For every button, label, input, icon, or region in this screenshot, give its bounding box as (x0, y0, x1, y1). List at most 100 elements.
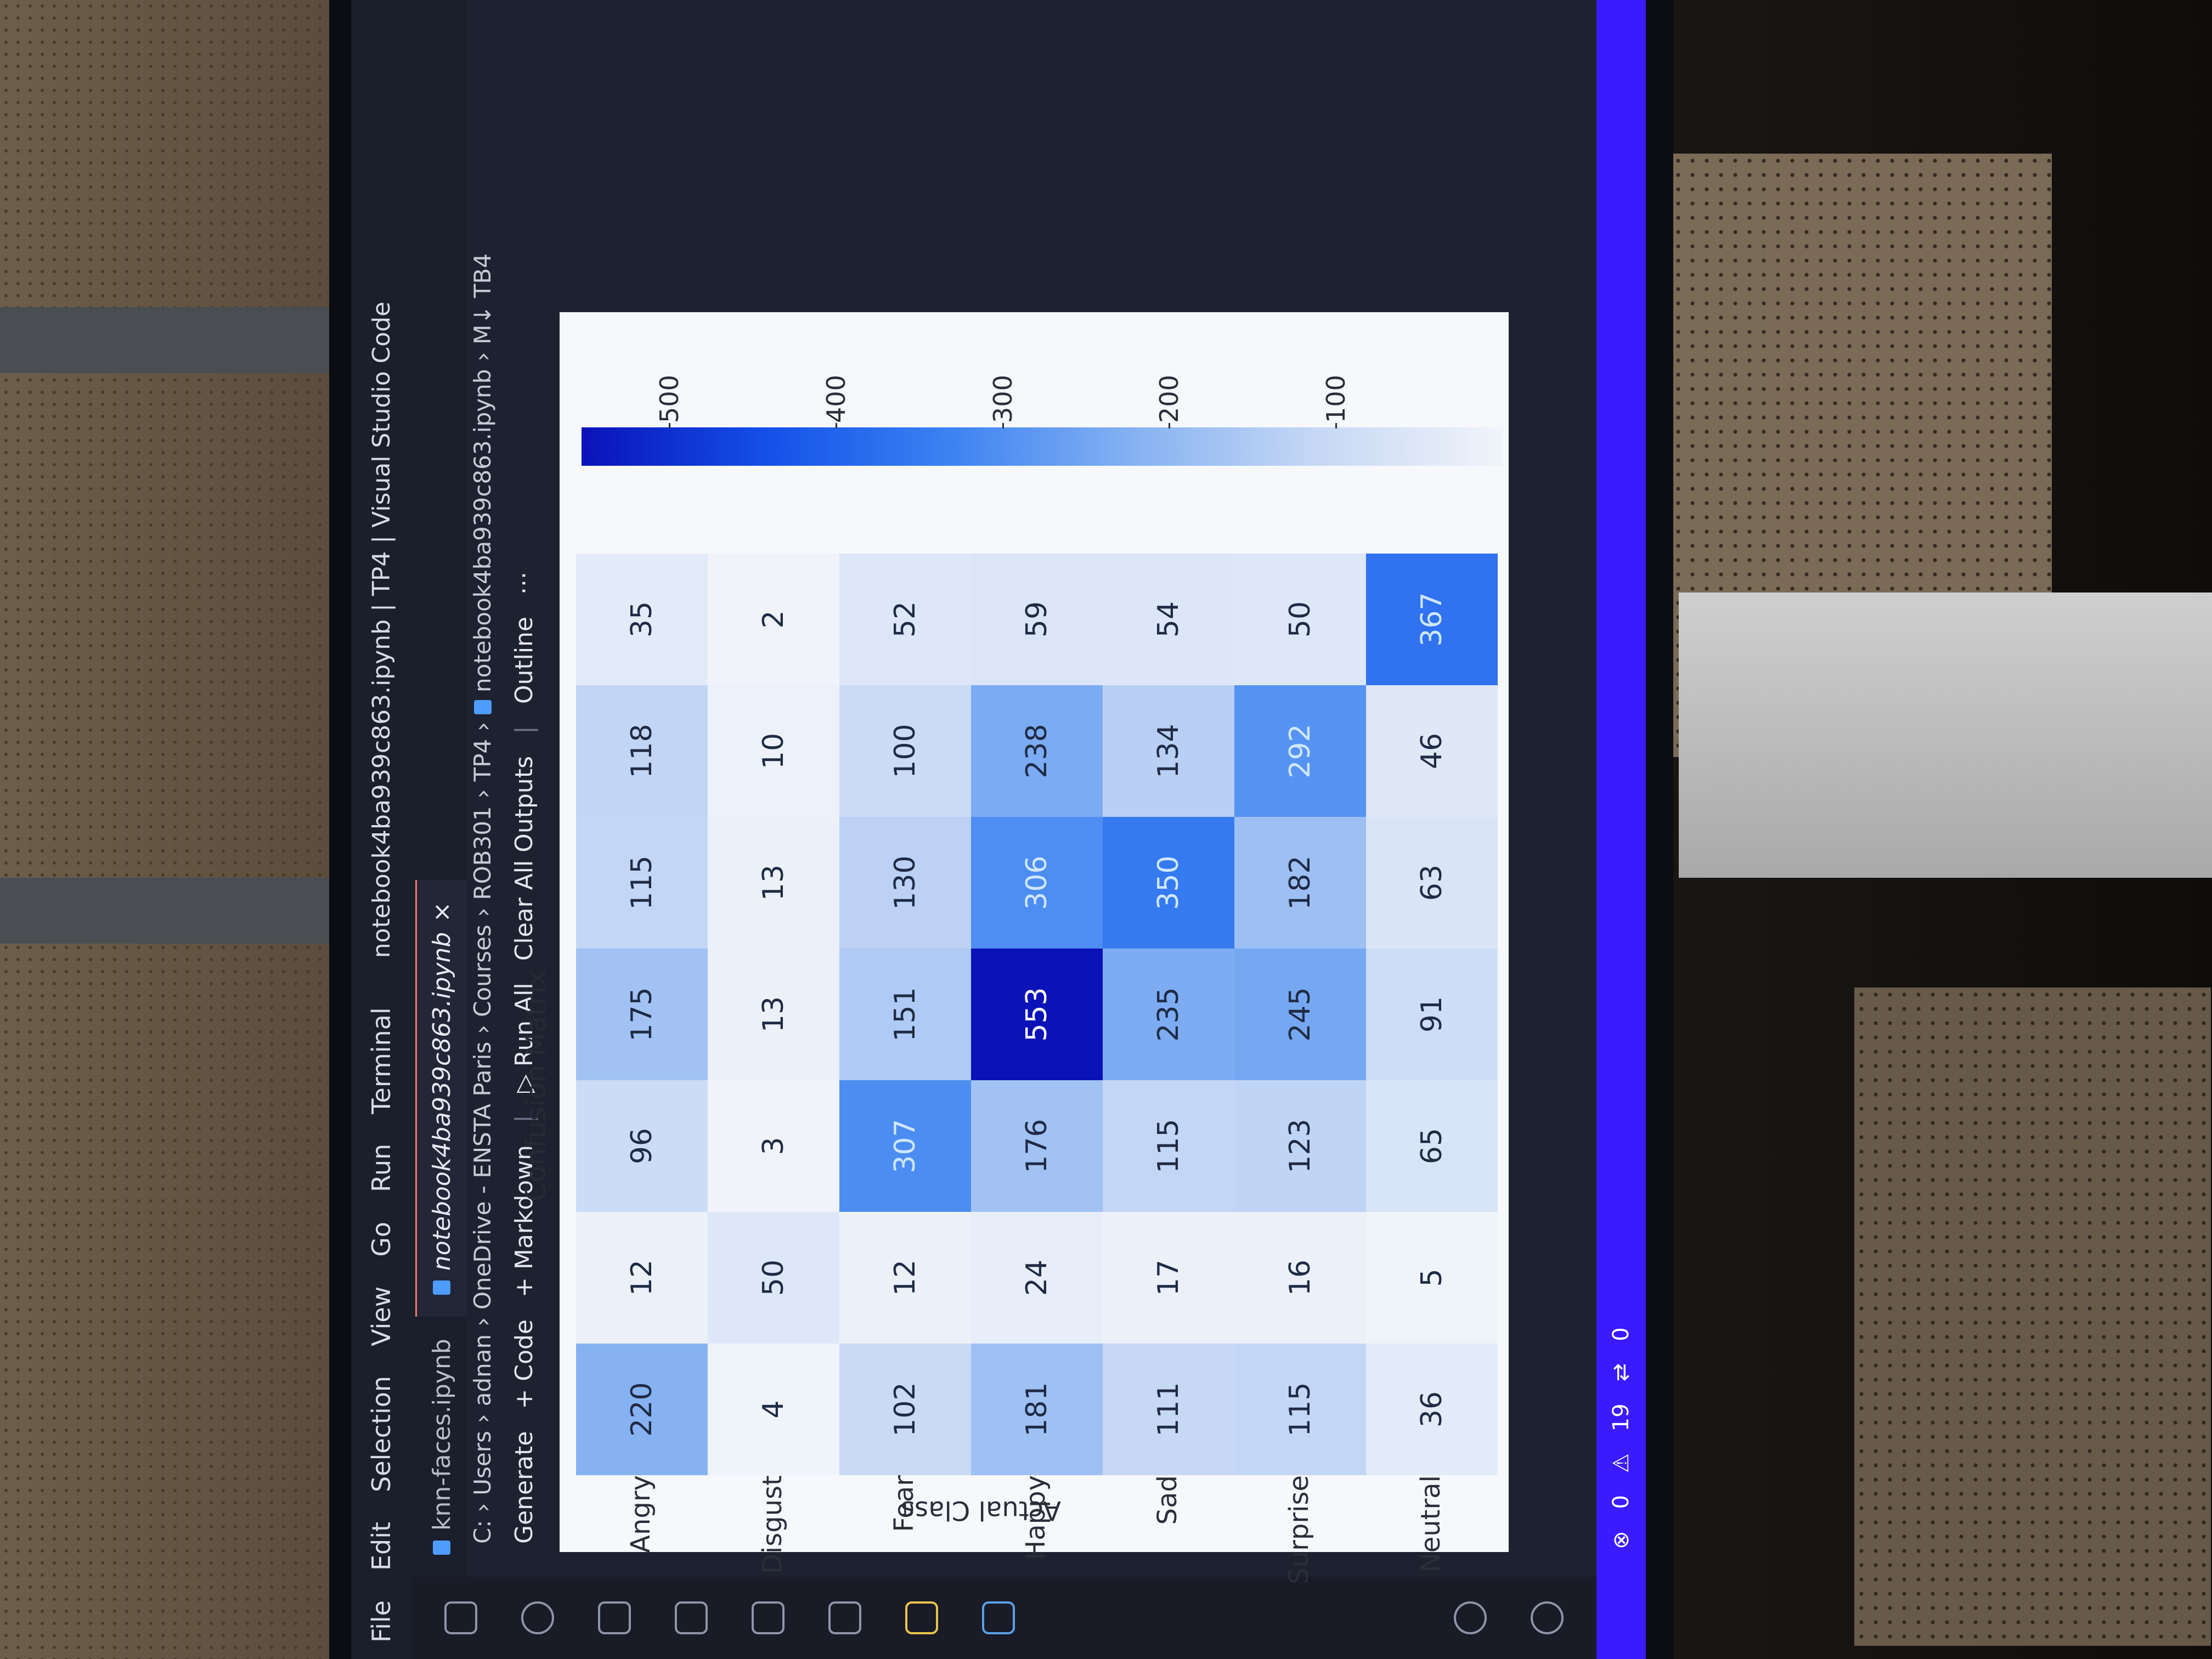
heatmap-cell: 52 (839, 554, 971, 685)
heatmap-cell: 111 (1103, 1344, 1234, 1475)
extensions-icon[interactable] (675, 1601, 708, 1634)
heatmap-cell: 12 (839, 1212, 971, 1344)
remote-explorer-icon[interactable] (752, 1601, 785, 1634)
more-actions-button[interactable]: ··· (510, 572, 538, 595)
menu-terminal[interactable]: Terminal (366, 1007, 396, 1114)
tab-knn-faces[interactable]: knn-faces.ipynb (417, 1317, 466, 1577)
wall-strip (0, 307, 357, 373)
row-label: Disgust (757, 1475, 788, 1575)
wall-strip (0, 878, 357, 944)
heatmap-cell: 16 (1234, 1212, 1366, 1344)
tab-notebook[interactable]: notebook4ba939c863.ipynb × (415, 879, 466, 1317)
heatmap-cell: 350 (1103, 817, 1234, 949)
testing-icon[interactable] (828, 1601, 861, 1634)
close-icon[interactable]: × (428, 902, 456, 922)
colorbar-tick: 500 (654, 375, 684, 423)
menu-file[interactable]: File (366, 1600, 396, 1643)
monitor-screen: File Edit Selection View Go Run Terminal… (351, 0, 1646, 1659)
colorbar-tick: 200 (1154, 375, 1184, 423)
explorer-icon[interactable] (444, 1601, 477, 1634)
heatmap-cell: 12 (576, 1212, 708, 1344)
menu-edit[interactable]: Edit (366, 1522, 396, 1571)
breadcrumb-item[interactable]: OneDrive - ENSTA Paris (469, 1042, 496, 1310)
title-bar: File Edit Selection View Go Run Terminal… (351, 0, 411, 1659)
heatmap-cell: 63 (1366, 817, 1498, 949)
heatmap-cell: 235 (1103, 949, 1234, 1080)
confusion-matrix-figure: Confusion Matrix Actual Class Angry Disgu… (520, 312, 1509, 1584)
heatmap-cell: 96 (576, 1080, 708, 1212)
heatmap-cell: 553 (971, 949, 1103, 1080)
heatmap-cell: 65 (1366, 1080, 1498, 1212)
heatmap-cell: 102 (839, 1344, 971, 1475)
heatmap-cell: 123 (1234, 1080, 1366, 1212)
editor-tabs: knn-faces.ipynb notebook4ba939c863.ipynb… (411, 0, 466, 1577)
heatmap-cell: 115 (1103, 1080, 1234, 1212)
breadcrumb-item[interactable]: notebook4ba939c863.ipynb (469, 369, 496, 692)
chevron-right-icon: › (469, 789, 496, 799)
heatmap-cell: 50 (1234, 554, 1366, 685)
metal-shelf (1679, 592, 2212, 878)
colorbar-tick: 100 (1321, 375, 1351, 423)
menu-view[interactable]: View (366, 1286, 396, 1346)
heatmap-cell: 367 (1366, 554, 1498, 685)
heatmap-cell: 5 (1366, 1212, 1498, 1344)
activity-bar (411, 1577, 1646, 1659)
error-count[interactable]: 0 (1609, 1495, 1634, 1509)
breadcrumb-item[interactable]: M↓ TB4 (469, 253, 496, 345)
heatmap-cell: 100 (839, 685, 971, 817)
warning-count[interactable]: 19 (1609, 1403, 1634, 1431)
heatmap-cell: 35 (576, 554, 708, 685)
heatmap-cell: 91 (1366, 949, 1498, 1080)
chevron-right-icon: › (469, 907, 496, 917)
heatmap-cell: 24 (971, 1212, 1103, 1344)
heatmap-cell: 175 (576, 949, 708, 1080)
chevron-right-icon: › (469, 1317, 496, 1327)
heatmap-cell: 46 (1366, 685, 1498, 817)
heatmap-cell: 220 (576, 1344, 708, 1475)
error-icon: ⊗ (1609, 1531, 1634, 1549)
acoustic-panel (1854, 988, 2211, 1646)
notebook-icon (433, 1541, 450, 1555)
window-title: notebook4ba939c863.ipynb | TP4 | Visual … (367, 301, 396, 958)
python-icon[interactable] (905, 1601, 938, 1634)
ports-count[interactable]: 0 (1609, 1327, 1634, 1341)
heatmap-cell: 245 (1234, 949, 1366, 1080)
row-label: Fear (889, 1475, 919, 1532)
notebook-icon (433, 1280, 450, 1295)
heatmap-cell: 182 (1234, 817, 1366, 949)
breadcrumb-item[interactable]: ROB301 (469, 806, 496, 900)
heatmap-cell: 134 (1103, 685, 1234, 817)
breadcrumb-item[interactable]: C: (469, 1520, 496, 1544)
heatmap-cell: 3 (708, 1080, 839, 1212)
heatmap-cell: 307 (839, 1080, 971, 1212)
chart-title: Confusion Matrix (520, 969, 552, 1202)
chevron-right-icon: › (469, 1503, 496, 1513)
heatmap-cell: 115 (1234, 1344, 1366, 1475)
colorbar-tick: 400 (821, 375, 851, 423)
heatmap-cell: 59 (971, 554, 1103, 685)
chevron-right-icon: › (469, 1024, 496, 1034)
menu-go[interactable]: Go (366, 1222, 396, 1257)
heatmap-cell: 118 (576, 685, 708, 817)
breadcrumb-item[interactable]: Users (469, 1431, 496, 1496)
account-icon[interactable] (1454, 1601, 1487, 1634)
heatmap-cell: 176 (971, 1080, 1103, 1212)
heatmap-cell: 13 (708, 949, 839, 1080)
breadcrumb-item[interactable]: TP4 (469, 739, 496, 782)
menu-selection[interactable]: Selection (366, 1376, 396, 1492)
row-label: Sad (1152, 1475, 1183, 1525)
run-debug-icon[interactable] (598, 1601, 631, 1634)
breadcrumb-item[interactable]: Courses (469, 924, 496, 1017)
settings-gear-icon[interactable] (1531, 1601, 1564, 1634)
status-bar: ⊗ 0 ⚠ 19 ⇄ 0 (1596, 0, 1646, 1659)
colorbar: 100 200 300 400 500 (582, 375, 1503, 466)
notebook-icon (473, 700, 492, 715)
breadcrumb-item[interactable]: adnan (469, 1334, 496, 1406)
colorbar-tick: 300 (988, 375, 1018, 423)
heatmap-cell: 238 (971, 685, 1103, 817)
menu-run[interactable]: Run (366, 1144, 396, 1192)
docker-icon[interactable] (982, 1601, 1015, 1634)
search-icon[interactable] (521, 1601, 554, 1634)
heatmap-grid: 220 12 96 175 115 118 35 4 50 3 13 13 10 2 102 12 307 151… (576, 554, 1498, 1475)
heatmap-cell: 151 (839, 949, 971, 1080)
